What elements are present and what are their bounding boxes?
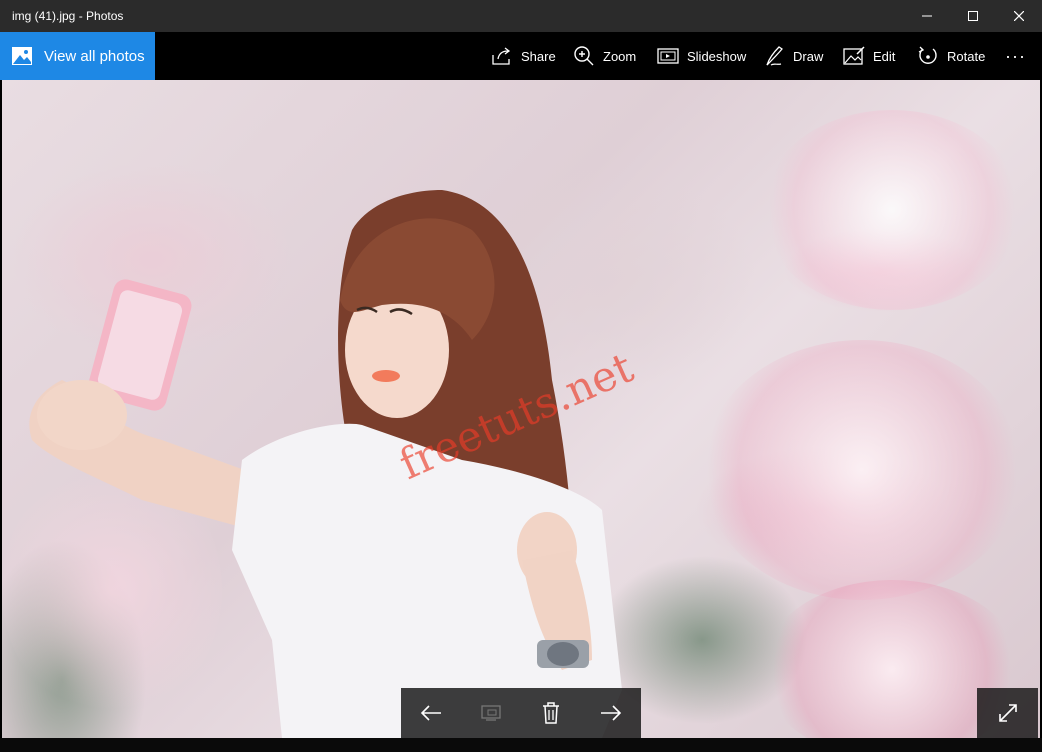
edit-icon [843, 46, 865, 65]
set-as-icon [481, 705, 501, 721]
next-button[interactable] [581, 688, 641, 738]
slideshow-label: Slideshow [687, 48, 747, 64]
zoom-button[interactable]: Zoom [573, 32, 636, 80]
view-all-photos-label: View all photos [44, 47, 145, 65]
rotate-icon [918, 46, 937, 64]
maximize-icon [968, 11, 978, 21]
draw-button[interactable]: Draw [763, 32, 823, 80]
slideshow-button[interactable]: Slideshow [657, 32, 746, 80]
delete-button[interactable] [521, 688, 581, 738]
previous-button[interactable] [401, 688, 461, 738]
photo-gallery-icon [12, 47, 32, 65]
draw-label: Draw [793, 48, 824, 64]
close-button[interactable] [996, 0, 1042, 32]
minimize-button[interactable] [904, 0, 950, 32]
rotate-label: Rotate [947, 48, 986, 64]
maximize-button[interactable] [950, 0, 996, 32]
rotate-button[interactable]: Rotate [917, 32, 985, 80]
share-icon [492, 47, 511, 65]
draw-icon [766, 46, 783, 66]
minimize-icon [922, 15, 932, 17]
fullscreen-icon [998, 704, 1017, 722]
edit-label: Edit [873, 48, 896, 64]
trash-icon [543, 702, 559, 724]
view-all-photos-button[interactable]: View all photos [0, 32, 155, 80]
zoom-label: Zoom [603, 48, 637, 64]
fullscreen-button[interactable] [977, 688, 1038, 738]
set-as-button [461, 688, 521, 738]
command-bar: View all photos Share Zoom Slideshow Dra… [0, 32, 1042, 80]
photo-viewer-image[interactable]: freetuts.net [2, 80, 1040, 738]
more-options-button[interactable]: ··· [1005, 32, 1026, 80]
arrow-right-icon [601, 705, 622, 721]
arrow-left-icon [420, 705, 441, 721]
close-icon [1014, 11, 1024, 21]
share-label: Share [521, 48, 556, 64]
share-button[interactable]: Share [491, 32, 556, 80]
title-bar: img (41).jpg - Photos [0, 0, 1042, 32]
edit-button[interactable]: Edit [843, 32, 895, 80]
window-title: img (41).jpg - Photos [12, 9, 124, 23]
navigation-bar [401, 688, 641, 738]
zoom-icon [574, 46, 594, 66]
bottom-strip [0, 738, 1042, 752]
slideshow-icon [657, 48, 679, 64]
